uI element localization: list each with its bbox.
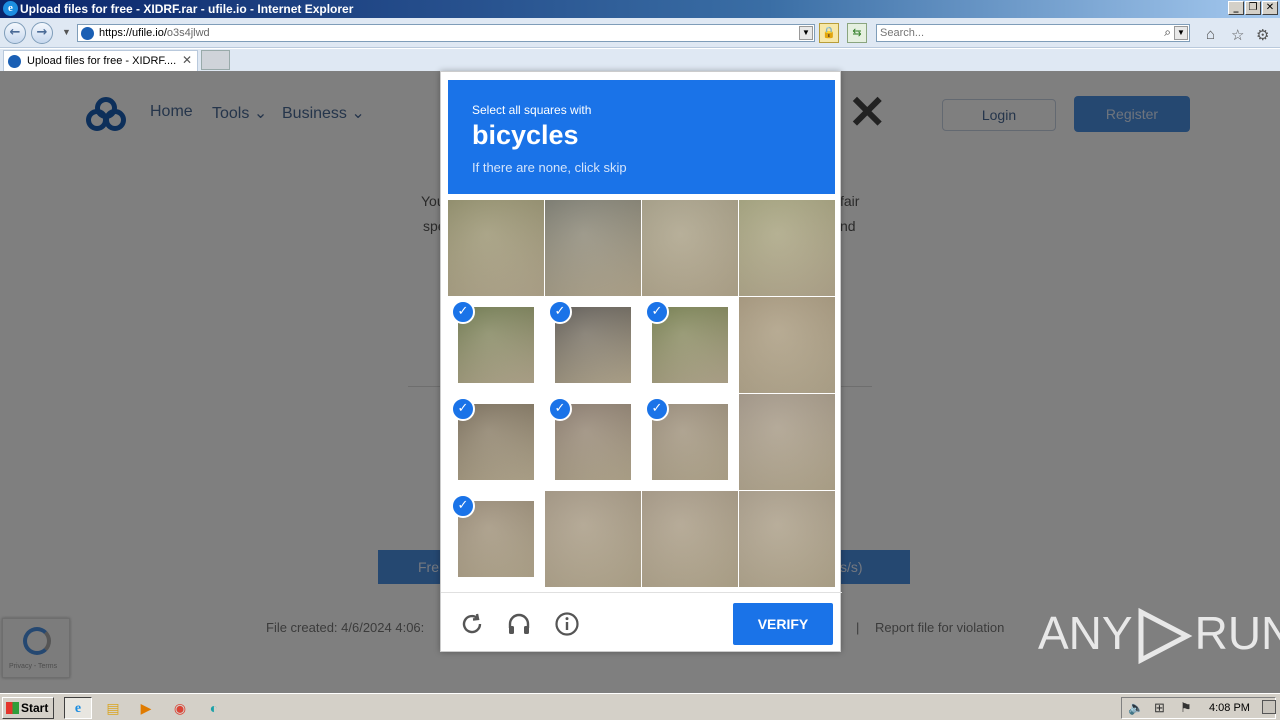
challenge-tile[interactable]: ✓ [545, 491, 641, 587]
window-title: Upload files for free - XIDRF.rar - ufil… [20, 2, 354, 16]
action-center-flag-icon[interactable]: ⚑ [1180, 700, 1192, 716]
gear-icon[interactable]: ⚙ [1256, 26, 1269, 44]
system-tray: 🔈 ⊞ ⚑ 4:08 PM [1121, 697, 1276, 719]
challenge-tile[interactable]: ✓ [642, 200, 738, 296]
challenge-grid: ✓✓✓✓✓✓✓✓✓✓✓✓✓✓✓✓ [448, 200, 835, 587]
search-box[interactable]: ⌕ ▼ [876, 24, 1190, 42]
show-desktop-button[interactable] [1262, 700, 1276, 714]
edge-icon[interactable]: ◐ [200, 697, 228, 719]
search-dropdown-icon[interactable]: ▼ [1174, 26, 1188, 40]
home-icon[interactable]: ⌂ [1206, 26, 1215, 43]
address-bar[interactable]: https://ufile.io/o3s4jlwd ▼ [77, 24, 815, 42]
address-toolbar: ← → ▼ https://ufile.io/o3s4jlwd ▼ 🔒 ⇆ ⌕ … [0, 18, 1280, 48]
favorites-star-icon[interactable]: ☆ [1231, 26, 1244, 44]
back-button[interactable]: ← [4, 22, 26, 44]
explorer-folder-icon[interactable]: ▤ [99, 697, 127, 719]
challenge-tile[interactable]: ✓ [545, 394, 641, 490]
checkmark-icon: ✓ [451, 494, 475, 518]
tab-bar: Upload files for free - XIDRF.... ✕ [0, 49, 1280, 71]
tab-active[interactable]: Upload files for free - XIDRF.... ✕ [3, 50, 198, 71]
tab-close-icon[interactable]: ✕ [182, 53, 192, 67]
challenge-hint: If there are none, click skip [472, 160, 627, 175]
checkmark-icon: ✓ [645, 397, 669, 421]
challenge-header: Select all squares with bicycles If ther… [448, 80, 835, 194]
checkmark-icon: ✓ [548, 397, 572, 421]
challenge-prompt: Select all squares with [472, 103, 592, 117]
tile-image [642, 491, 738, 587]
address-dropdown-icon[interactable]: ▼ [799, 26, 813, 40]
history-dropdown-icon[interactable]: ▼ [62, 27, 71, 37]
lock-icon[interactable]: 🔒 [819, 23, 839, 43]
checkmark-icon: ✓ [451, 300, 475, 324]
forward-button[interactable]: → [31, 22, 53, 44]
tile-image [545, 200, 641, 296]
anyrun-watermark: ANY RUN [1038, 606, 1280, 674]
checkmark-icon: ✓ [645, 300, 669, 324]
checkmark-icon: ✓ [451, 397, 475, 421]
challenge-footer: VERIFY [441, 592, 842, 652]
tile-image [642, 200, 738, 296]
search-input[interactable] [880, 26, 1150, 40]
tile-image [739, 394, 835, 490]
challenge-tile[interactable]: ✓ [739, 200, 835, 296]
ie-taskbar-icon[interactable]: e [64, 697, 92, 719]
tile-image [545, 491, 641, 587]
challenge-tile[interactable]: ✓ [545, 297, 641, 393]
tab-favicon-icon [8, 55, 21, 68]
checkmark-icon: ✓ [548, 300, 572, 324]
tab-label: Upload files for free - XIDRF.... [27, 55, 177, 67]
media-player-icon[interactable]: ▶ [132, 697, 160, 719]
url-path: o3s4jlwd [166, 27, 210, 39]
audio-icon[interactable] [506, 611, 532, 637]
tile-image [739, 491, 835, 587]
start-button[interactable]: Start [2, 697, 54, 719]
tile-image [448, 200, 544, 296]
chrome-icon[interactable]: ◉ [166, 697, 194, 719]
volume-icon[interactable]: 🔈 [1128, 700, 1144, 716]
restore-button[interactable]: ❐ [1245, 1, 1261, 15]
taskbar: Start e ▤ ▶ ◉ ◐ 🔈 ⊞ ⚑ 4:08 PM [0, 693, 1280, 720]
windows-flag-icon [6, 702, 19, 714]
verify-button[interactable]: VERIFY [733, 603, 833, 645]
watermark-right: RUN [1194, 607, 1280, 659]
internet-explorer-icon: e [3, 1, 18, 16]
challenge-tile[interactable]: ✓ [545, 200, 641, 296]
url-host: https://ufile.io/ [99, 27, 167, 39]
window-titlebar: e Upload files for free - XIDRF.rar - uf… [0, 0, 1280, 18]
challenge-tile[interactable]: ✓ [739, 297, 835, 393]
search-icon[interactable]: ⌕ [1164, 25, 1171, 40]
challenge-target: bicycles [472, 120, 579, 150]
play-icon [1138, 607, 1192, 665]
address-url[interactable]: https://ufile.io/o3s4jlwd [99, 27, 210, 39]
challenge-tile[interactable]: ✓ [448, 297, 544, 393]
challenge-tile[interactable]: ✓ [448, 491, 544, 587]
challenge-tile[interactable]: ✓ [739, 491, 835, 587]
site-favicon-icon [81, 27, 94, 40]
challenge-tile[interactable]: ✓ [642, 394, 738, 490]
hcaptcha-challenge: Select all squares with bicycles If ther… [440, 71, 842, 652]
challenge-tile[interactable]: ✓ [448, 394, 544, 490]
tile-image [739, 297, 835, 393]
minimize-button[interactable]: _ [1228, 1, 1244, 15]
clock[interactable]: 4:08 PM [1209, 702, 1250, 714]
info-icon[interactable] [554, 611, 580, 637]
challenge-tile[interactable]: ✓ [448, 200, 544, 296]
network-icon[interactable]: ⊞ [1154, 700, 1165, 716]
tile-image [739, 200, 835, 296]
close-window-button[interactable]: ✕ [1262, 1, 1278, 15]
challenge-tile[interactable]: ✓ [642, 491, 738, 587]
reload-icon[interactable] [459, 611, 485, 637]
challenge-tile[interactable]: ✓ [739, 394, 835, 490]
challenge-tile[interactable]: ✓ [642, 297, 738, 393]
start-label: Start [21, 701, 49, 715]
compatibility-refresh-icon[interactable]: ⇆ [847, 23, 867, 43]
watermark-left: ANY [1038, 607, 1133, 659]
new-tab-button[interactable] [201, 50, 230, 70]
